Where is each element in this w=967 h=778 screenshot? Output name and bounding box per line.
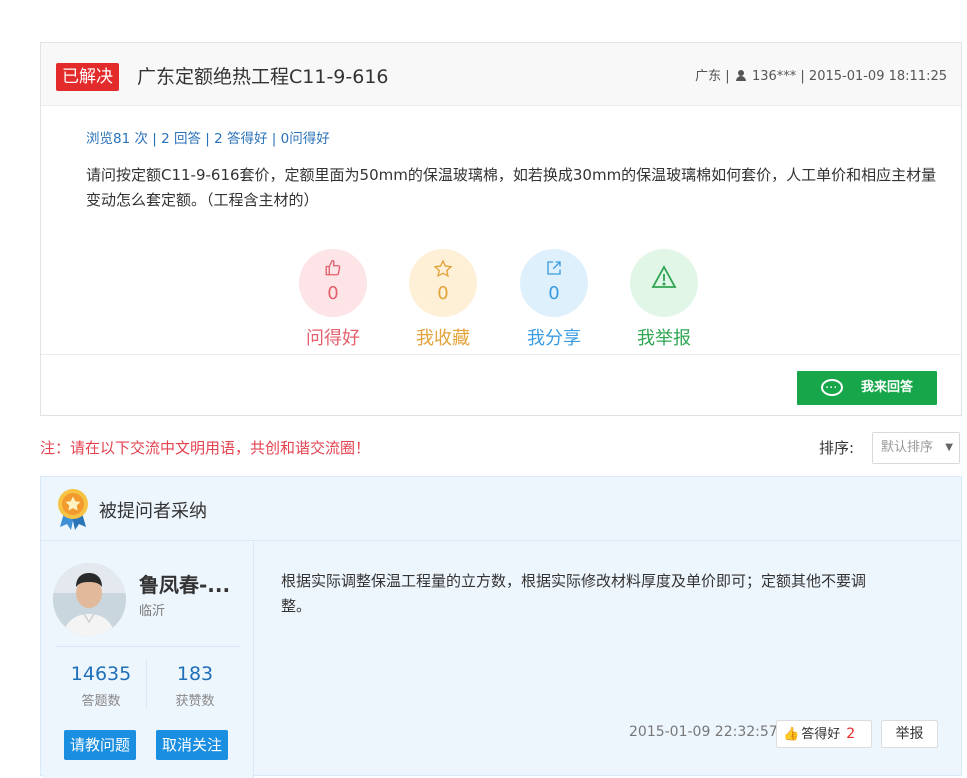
divider	[55, 646, 241, 647]
question-stats: 浏览81 次 | 2 回答 | 2 答得好 | 0问得好	[86, 131, 330, 147]
share-label[interactable]: 我分享	[514, 328, 594, 350]
thumbs-up-icon	[299, 259, 367, 282]
ask-good-label[interactable]: 问得好	[293, 328, 373, 350]
ask-question-button[interactable]: 请教问题	[64, 730, 137, 760]
answers-count: 14635	[70, 663, 132, 685]
action-share[interactable]: 0 我分享	[514, 249, 594, 350]
thumbs-up-icon: 👍	[783, 727, 800, 742]
sort-select[interactable]: 默认排序 ▼	[872, 432, 960, 464]
star-icon	[409, 259, 477, 284]
action-report[interactable]: 我举报	[624, 249, 704, 350]
likes-label: 获赞数	[175, 694, 215, 709]
avatar[interactable]	[53, 563, 126, 636]
divider	[41, 354, 961, 355]
question-header: 已解决 广东定额绝热工程C11-9-616 广东 | 136*** | 2015…	[41, 43, 961, 106]
ask-good-count: 0	[327, 283, 339, 304]
action-favorite[interactable]: 0 我收藏	[403, 249, 483, 350]
question-title: 广东定额绝热工程C11-9-616	[137, 66, 389, 88]
share-count: 0	[548, 283, 560, 304]
favorite-label[interactable]: 我收藏	[403, 328, 483, 350]
question-datetime: 2015-01-09 18:11:25	[808, 69, 947, 84]
civility-notice: 注：请在以下交流中文明用语，共创和谐交流圈！	[40, 439, 371, 457]
answer-time: 2015-01-09 22:32:57	[629, 724, 778, 740]
answer-button-label: 我来回答	[861, 380, 914, 395]
unfollow-button[interactable]: 取消关注	[156, 730, 229, 760]
question-card: 已解决 广东定额绝热工程C11-9-616 广东 | 136*** | 2015…	[40, 42, 962, 416]
share-icon	[520, 259, 588, 282]
answer-report-button[interactable]: 举报	[881, 720, 938, 748]
question-region: 广东	[695, 69, 722, 84]
sort-label: 排序:	[819, 439, 855, 457]
answerer-name[interactable]: 鲁凤春-...	[139, 569, 230, 598]
chevron-down-icon: ▼	[945, 442, 953, 453]
answer-text: 根据实际调整保温工程量的立方数，根据实际修改材料厚度及单价即可；定额其他不要调整…	[281, 572, 867, 615]
adopted-answer: 被提问者采纳 鲁凤春-... 临沂 14635 答题数 183 获赞数 请教问题…	[40, 476, 962, 778]
answer-button[interactable]: 我来回答	[797, 371, 937, 406]
action-ask-good[interactable]: 0 问得好	[293, 249, 373, 350]
likes-count: 183	[176, 663, 214, 685]
report-label[interactable]: 我举报	[624, 328, 704, 350]
answers-stat: 14635 答题数	[53, 662, 149, 709]
favorite-count: 0	[437, 283, 449, 304]
chat-icon	[821, 372, 843, 406]
sort-selected: 默认排序	[881, 440, 934, 455]
user-icon	[735, 70, 746, 81]
question-meta: 广东 | 136*** | 2015-01-09 18:11:25	[695, 69, 947, 84]
answerer-location: 临沂	[139, 604, 166, 619]
answers-label: 答题数	[81, 694, 121, 709]
answer-good-label: 答得好	[801, 727, 841, 742]
warning-icon	[630, 265, 698, 294]
likes-stat: 183 获赞数	[147, 662, 243, 709]
medal-icon	[56, 487, 90, 531]
question-body: 请问按定额C11-9-616套价，定额里面为50mm的保温玻璃棉，如若换成30m…	[86, 166, 937, 209]
answer-good-count: 2	[846, 726, 856, 742]
answer-good-button[interactable]: 👍 答得好 2	[776, 720, 872, 748]
question-user[interactable]: 136***	[752, 69, 796, 84]
answerer-panel: 鲁凤春-... 临沂 14635 答题数 183 获赞数 请教问题 取消关注	[43, 542, 254, 778]
solved-badge: 已解决	[56, 63, 119, 91]
adopted-header: 被提问者采纳	[41, 477, 961, 541]
adopted-title: 被提问者采纳	[99, 501, 207, 522]
